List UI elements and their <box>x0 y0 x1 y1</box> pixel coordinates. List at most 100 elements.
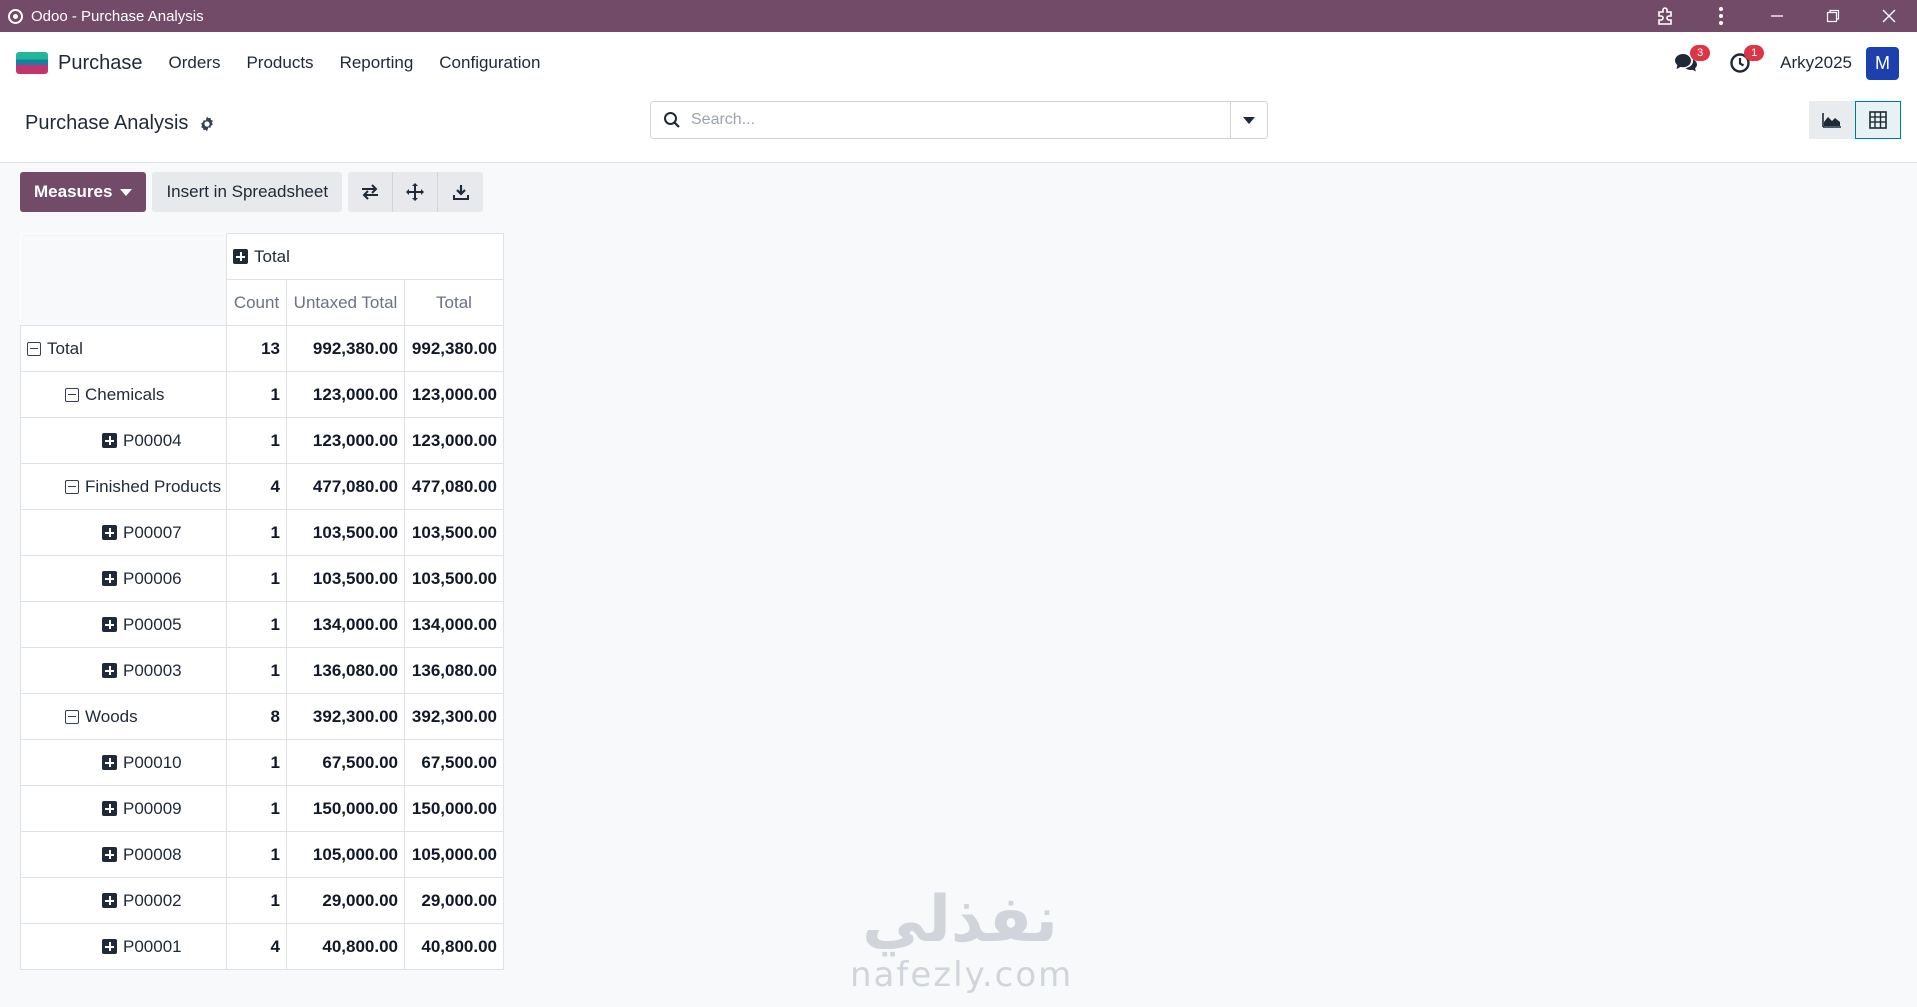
cell-total[interactable]: 29,000.00 <box>404 877 504 924</box>
row-label: P00008 <box>123 844 182 864</box>
cell-untaxed-total[interactable]: 992,380.00 <box>286 325 405 372</box>
activities-badge: 1 <box>1744 45 1765 61</box>
cell-untaxed-total[interactable]: 477,080.00 <box>286 463 405 510</box>
cell-total[interactable]: 103,500.00 <box>404 509 504 556</box>
row-header[interactable]: Woods <box>20 693 227 740</box>
cell-total[interactable]: 123,000.00 <box>404 417 504 464</box>
cell-count[interactable]: 1 <box>226 601 287 648</box>
cell-untaxed-total[interactable]: 150,000.00 <box>286 785 405 832</box>
caret-down-icon <box>1243 116 1255 124</box>
pivot-actions <box>348 172 484 212</box>
row-header[interactable]: P00005 <box>20 601 227 648</box>
more-vertical-icon[interactable] <box>1693 0 1749 32</box>
row-label: P00003 <box>123 660 182 680</box>
app-menu-icon[interactable] <box>16 52 48 74</box>
collapse-minus-icon <box>65 709 79 724</box>
cell-total[interactable]: 992,380.00 <box>404 325 504 372</box>
cell-total[interactable]: 392,300.00 <box>404 693 504 740</box>
pivot-body: Total 13 992,380.00 992,380.00 Chemicals 1 123… <box>20 325 504 970</box>
menu-reporting[interactable]: Reporting <box>340 53 414 73</box>
cell-count[interactable]: 1 <box>226 509 287 556</box>
cell-untaxed-total[interactable]: 40,800.00 <box>286 923 405 970</box>
minimize-icon[interactable] <box>1749 0 1805 32</box>
close-icon[interactable] <box>1861 0 1917 32</box>
cell-untaxed-total[interactable]: 67,500.00 <box>286 739 405 786</box>
expand-plus-icon <box>102 525 117 540</box>
user-name[interactable]: Arky2025 <box>1780 53 1852 73</box>
cell-count[interactable]: 4 <box>226 923 287 970</box>
cell-count[interactable]: 8 <box>226 693 287 740</box>
measure-untaxed-total[interactable]: Untaxed Total <box>286 279 405 326</box>
row-header[interactable]: Chemicals <box>20 371 227 418</box>
cell-untaxed-total[interactable]: 29,000.00 <box>286 877 405 924</box>
app-brand[interactable]: Purchase <box>58 52 143 75</box>
table-row: P00005 1 134,000.00 134,000.00 <box>20 601 504 648</box>
search-options-toggle[interactable] <box>1230 102 1267 138</box>
menu-configuration[interactable]: Configuration <box>439 53 540 73</box>
cell-count[interactable]: 1 <box>226 647 287 694</box>
extensions-icon[interactable] <box>1637 0 1693 32</box>
row-header[interactable]: P00007 <box>20 509 227 556</box>
expand-plus-icon <box>102 893 117 908</box>
row-header[interactable]: P00004 <box>20 417 227 464</box>
row-header[interactable]: P00008 <box>20 831 227 878</box>
row-header[interactable]: P00001 <box>20 923 227 970</box>
avatar[interactable]: M <box>1866 46 1899 80</box>
insert-in-spreadsheet-button[interactable]: Insert in Spreadsheet <box>152 172 343 212</box>
cell-count[interactable]: 1 <box>226 739 287 786</box>
cell-untaxed-total[interactable]: 392,300.00 <box>286 693 405 740</box>
cell-untaxed-total[interactable]: 134,000.00 <box>286 601 405 648</box>
row-header[interactable]: Total <box>20 325 227 372</box>
control-panel: Purchase Analysis <box>0 94 1917 163</box>
cell-count[interactable]: 1 <box>226 785 287 832</box>
cell-untaxed-total[interactable]: 103,500.00 <box>286 509 405 556</box>
cell-total[interactable]: 136,080.00 <box>404 647 504 694</box>
row-header[interactable]: P00009 <box>20 785 227 832</box>
cell-count[interactable]: 13 <box>226 325 287 372</box>
row-header[interactable]: P00006 <box>20 555 227 602</box>
cell-untaxed-total[interactable]: 105,000.00 <box>286 831 405 878</box>
cell-untaxed-total[interactable]: 123,000.00 <box>286 417 405 464</box>
cell-total[interactable]: 477,080.00 <box>404 463 504 510</box>
cell-count[interactable]: 1 <box>226 417 287 464</box>
expand-all-button[interactable] <box>393 172 439 212</box>
menu-orders[interactable]: Orders <box>169 53 221 73</box>
row-header[interactable]: P00003 <box>20 647 227 694</box>
column-header-total[interactable]: Total <box>226 233 504 280</box>
cell-count[interactable]: 1 <box>226 877 287 924</box>
activities-clock-icon[interactable]: 1 <box>1726 45 1765 77</box>
row-header[interactable]: P00002 <box>20 877 227 924</box>
cell-total[interactable]: 105,000.00 <box>404 831 504 878</box>
cell-total[interactable]: 123,000.00 <box>404 371 504 418</box>
cell-untaxed-total[interactable]: 123,000.00 <box>286 371 405 418</box>
cell-total[interactable]: 40,800.00 <box>404 923 504 970</box>
graph-view-button[interactable] <box>1809 101 1855 139</box>
cell-count[interactable]: 1 <box>226 831 287 878</box>
cell-untaxed-total[interactable]: 103,500.00 <box>286 555 405 602</box>
measure-total[interactable]: Total <box>404 279 504 326</box>
cell-count[interactable]: 1 <box>226 371 287 418</box>
measure-count[interactable]: Count <box>226 279 287 326</box>
cell-total[interactable]: 134,000.00 <box>404 601 504 648</box>
flip-axis-button[interactable] <box>348 172 394 212</box>
restore-icon[interactable] <box>1805 0 1861 32</box>
collapse-minus-icon <box>65 387 79 402</box>
row-header[interactable]: P00010 <box>20 739 227 786</box>
cell-total[interactable]: 103,500.00 <box>404 555 504 602</box>
menu-products[interactable]: Products <box>246 53 313 73</box>
search-input[interactable] <box>689 110 1230 130</box>
gear-icon[interactable] <box>198 115 216 133</box>
messages-icon[interactable]: 3 <box>1672 45 1711 77</box>
cell-total[interactable]: 67,500.00 <box>404 739 504 786</box>
cell-count[interactable]: 1 <box>226 555 287 602</box>
pivot-view-button[interactable] <box>1855 101 1901 139</box>
row-header[interactable]: Finished Products <box>20 463 227 510</box>
window-title: Odoo - Purchase Analysis <box>31 7 204 25</box>
table-icon <box>1869 111 1887 129</box>
window-titlebar: Odoo - Purchase Analysis <box>0 0 1917 32</box>
cell-total[interactable]: 150,000.00 <box>404 785 504 832</box>
cell-count[interactable]: 4 <box>226 463 287 510</box>
download-button[interactable] <box>438 172 484 212</box>
cell-untaxed-total[interactable]: 136,080.00 <box>286 647 405 694</box>
measures-button[interactable]: Measures <box>20 172 147 212</box>
